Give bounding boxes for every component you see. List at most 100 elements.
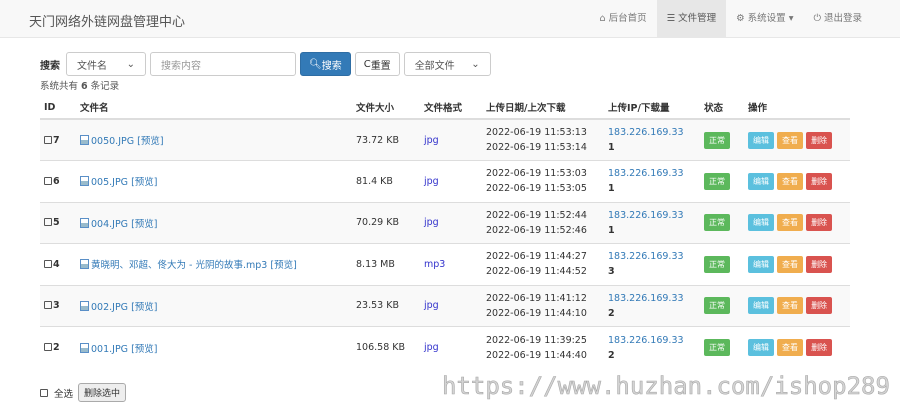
file-format[interactable]: jpg — [424, 300, 439, 311]
upload-ip[interactable]: 183.226.169.33 — [608, 168, 696, 179]
delete-selected-button[interactable]: 删除选中 — [78, 383, 127, 402]
column-header: 操作 — [744, 96, 850, 120]
nav-label: 退出登录 — [823, 13, 862, 24]
file-format[interactable]: jpg — [424, 217, 439, 228]
file-name-link[interactable]: 黄晓明、邓超、佟大为 - 光阴的故事.mp3 — [91, 260, 267, 271]
nav-settings[interactable]: ⚙ 系统设置 ▾ — [726, 0, 803, 38]
edit-button[interactable]: 编辑 — [748, 339, 774, 356]
reset-button-label: 重置 — [370, 60, 391, 72]
table-row: 3 002.JPG [预览] 23.53 KB jpg 2022-06-19 1… — [40, 284, 850, 327]
chevron-down-icon: ⌄ — [126, 58, 135, 70]
select-all-checkbox[interactable] — [40, 388, 48, 397]
upload-ip[interactable]: 183.226.169.33 — [608, 335, 696, 346]
file-size: 106.58 KB — [352, 326, 420, 368]
view-button[interactable]: 查看 — [777, 172, 804, 190]
bulk-actions: 全选 删除选中 — [40, 383, 127, 402]
brand-title[interactable]: 天门网络外链网盘管理中心 — [29, 11, 185, 30]
delete-button[interactable]: 删除 — [806, 255, 833, 273]
reset-button[interactable]: C 重置 — [354, 52, 400, 76]
table-row: 4 黄晓明、邓超、佟大为 - 光阴的故事.mp3 [预览] 8.13 MB mp… — [40, 243, 850, 285]
file-format[interactable]: jpg — [424, 176, 439, 187]
file-format[interactable]: mp3 — [424, 259, 445, 270]
upload-ip[interactable]: 183.226.169.33 — [608, 210, 696, 221]
file-name-link[interactable]: 005.JPG — [91, 177, 128, 188]
upload-ip[interactable]: 183.226.169.33 — [608, 293, 696, 304]
file-format[interactable]: jpg — [424, 135, 439, 146]
count-prefix: 系统共有 — [40, 81, 79, 92]
file-name-link[interactable]: 001.JPG — [91, 344, 128, 355]
file-size: 81.4 KB — [352, 160, 420, 202]
table-row: 5 004.JPG [预览] 70.29 KB jpg 2022-06-19 1… — [40, 201, 850, 244]
delete-button[interactable]: 删除 — [806, 131, 833, 149]
preview-link[interactable]: [预览] — [131, 344, 157, 355]
preview-link[interactable]: [预览] — [137, 136, 163, 147]
row-checkbox[interactable] — [44, 259, 52, 268]
row-id: 4 — [53, 258, 60, 270]
row-checkbox[interactable] — [44, 176, 52, 185]
nav-label: 系统设置 — [747, 13, 786, 24]
preview-link[interactable]: [预览] — [131, 219, 157, 230]
edit-button[interactable]: 编辑 — [748, 214, 774, 232]
column-header: 状态 — [700, 96, 744, 120]
file-name-link[interactable]: 002.JPG — [91, 302, 128, 313]
view-button[interactable]: 查看 — [777, 255, 804, 273]
file-size: 8.13 MB — [352, 243, 420, 285]
nav-home[interactable]: ⌂ 后台首页 — [590, 0, 657, 38]
file-format[interactable]: jpg — [424, 342, 439, 353]
edit-button[interactable]: 编辑 — [748, 131, 774, 149]
nav-logout[interactable]: ⏻ 退出登录 — [803, 0, 872, 38]
file-size: 70.29 KB — [352, 201, 420, 244]
column-header: 上传IP/下载量 — [604, 96, 700, 120]
status-badge: 正常 — [704, 339, 730, 356]
download-count: 3 — [608, 266, 615, 278]
status-badge: 正常 — [704, 255, 730, 273]
delete-button[interactable]: 删除 — [806, 214, 833, 232]
edit-button[interactable]: 编辑 — [748, 255, 774, 273]
gear-icon: ⚙ — [736, 13, 745, 24]
row-checkbox[interactable] — [44, 343, 52, 351]
row-id: 2 — [53, 342, 60, 353]
upload-ip[interactable]: 183.226.169.33 — [608, 251, 696, 262]
column-header: 文件大小 — [352, 96, 420, 120]
download-count: 2 — [608, 307, 615, 319]
file-size: 73.72 KB — [352, 118, 420, 161]
file-type-select[interactable]: 全部文件 ⌄ — [403, 52, 491, 76]
upload-ip[interactable]: 183.226.169.33 — [608, 127, 696, 138]
row-id: 5 — [53, 217, 60, 229]
column-header: 文件格式 — [420, 96, 482, 120]
row-id: 3 — [53, 300, 60, 312]
field-select[interactable]: 文件名 ⌄ — [66, 52, 146, 76]
file-name-link[interactable]: 004.JPG — [91, 219, 128, 230]
edit-button[interactable]: 编辑 — [748, 172, 774, 190]
delete-button[interactable]: 删除 — [806, 172, 833, 190]
status-badge: 正常 — [704, 214, 730, 232]
search-input[interactable]: 搜索内容 — [150, 52, 296, 76]
preview-link[interactable]: [预览] — [270, 260, 296, 271]
file-type-value: 全部文件 — [414, 60, 455, 72]
file-icon — [80, 176, 89, 187]
row-checkbox[interactable] — [44, 301, 52, 310]
download-count: 1 — [608, 183, 615, 195]
preview-link[interactable]: [预览] — [131, 302, 157, 313]
nav-file-management[interactable]: ☰ 文件管理 — [656, 0, 727, 38]
preview-link[interactable]: [预览] — [131, 177, 157, 188]
file-icon — [80, 135, 89, 145]
search-button[interactable]: 🔍︎ 搜索 — [300, 52, 351, 76]
list-icon: ☰ — [666, 13, 676, 24]
last-download: 2022-06-19 11:44:40 — [486, 349, 587, 361]
row-checkbox[interactable] — [44, 135, 52, 144]
upload-date: 2022-06-19 11:44:27 — [486, 251, 587, 263]
upload-date: 2022-06-19 11:39:25 — [486, 334, 587, 346]
row-checkbox[interactable] — [44, 218, 52, 227]
table-row: 6 005.JPG [预览] 81.4 KB jpg 2022-06-19 11… — [40, 160, 850, 202]
delete-button[interactable]: 删除 — [806, 297, 833, 315]
view-button[interactable]: 查看 — [777, 131, 804, 149]
select-all-label: 全选 — [54, 388, 74, 400]
caret-down-icon: ▾ — [788, 13, 794, 24]
delete-button[interactable]: 删除 — [806, 339, 833, 356]
file-name-link[interactable]: 0050.JPG — [91, 136, 134, 147]
view-button[interactable]: 查看 — [777, 297, 804, 315]
view-button[interactable]: 查看 — [777, 214, 804, 232]
edit-button[interactable]: 编辑 — [748, 297, 774, 315]
view-button[interactable]: 查看 — [777, 339, 804, 356]
